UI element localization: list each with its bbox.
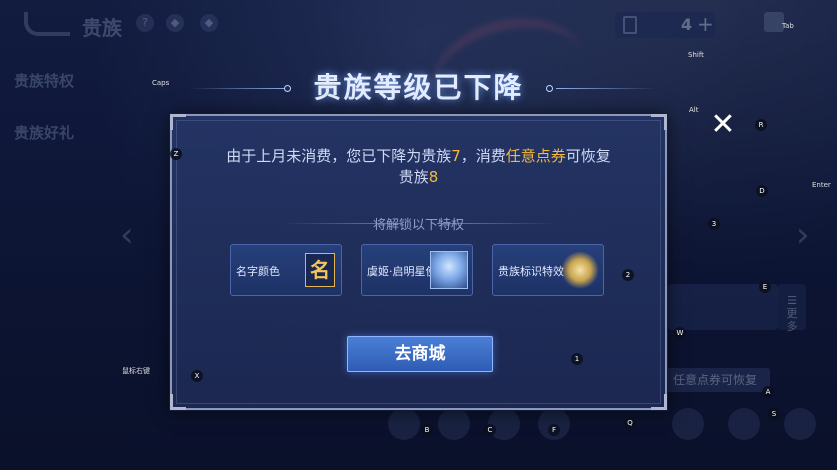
key-hint-shift: Shift — [688, 51, 704, 59]
noble-crest-icon — [561, 251, 599, 289]
go-shop-button[interactable]: 去商城 — [347, 336, 493, 372]
message-text: ，消费 — [460, 147, 506, 165]
perk-hero-skin[interactable]: 虞姬·启明星使 — [361, 244, 473, 296]
key-hint-3: 3 — [708, 218, 720, 230]
message-text: 贵族 — [398, 168, 429, 186]
downgrade-dialog: 由于上月未消费，您已下降为贵族7，消费任意点券可恢复 贵族8 将解锁以下特权 名… — [170, 114, 667, 410]
restore-level: 8 — [428, 168, 439, 186]
headline-line-right — [556, 88, 656, 89]
message-text: 可恢复 — [565, 147, 611, 165]
key-hint-1: 1 — [571, 353, 583, 365]
perk-label: 名字颜色 — [236, 265, 280, 278]
key-hint-q: Q — [624, 417, 636, 429]
key-hint-alt: Alt — [689, 106, 699, 114]
corner-ornament — [170, 394, 186, 410]
perk-noble-crest[interactable]: 贵族标识特效 — [492, 244, 604, 296]
currency-highlight: 任意点券 — [505, 147, 566, 165]
key-hint-mouse: 鼠标右键 — [122, 367, 150, 375]
key-hint-c: C — [484, 424, 496, 436]
perk-label: 贵族标识特效 — [498, 265, 564, 278]
dialog-headline: 贵族等级已下降 — [313, 71, 524, 104]
perk-label: 虞姬·启明星使 — [367, 265, 437, 278]
corner-ornament — [651, 114, 667, 130]
key-hint-z: Z — [170, 148, 182, 160]
name-color-icon: 名 — [305, 253, 335, 287]
key-hint-b: B — [421, 424, 433, 436]
section-label: 将解锁以下特权 — [372, 218, 464, 233]
key-hint-x: X — [191, 370, 203, 382]
corner-ornament — [651, 394, 667, 410]
key-hint-tab: Tab — [782, 22, 794, 30]
key-hint-w: W — [674, 327, 686, 339]
key-hint-enter: Enter — [812, 181, 831, 189]
key-hint-d: D — [756, 185, 768, 197]
key-hint-s: S — [768, 408, 780, 420]
hero-skin-portrait — [430, 251, 468, 289]
perk-name-color[interactable]: 名字颜色 名 — [230, 244, 342, 296]
close-icon[interactable]: ✕ — [708, 110, 738, 140]
downgrade-message: 由于上月未消费，您已下降为贵族7，消费任意点券可恢复 贵族8 — [202, 146, 635, 188]
section-line-right — [437, 223, 557, 224]
corner-ornament — [170, 114, 186, 130]
key-hint-caps: Caps — [152, 79, 170, 87]
key-hint-r: R — [755, 119, 767, 131]
message-text: 由于上月未消费，您已下降为贵族 — [226, 147, 452, 165]
key-hint-f: F — [548, 424, 560, 436]
key-hint-e: E — [759, 281, 771, 293]
headline-dot-right — [546, 85, 553, 92]
current-level: 7 — [451, 147, 461, 165]
key-hint-a: A — [762, 386, 774, 398]
key-hint-2: 2 — [622, 269, 634, 281]
